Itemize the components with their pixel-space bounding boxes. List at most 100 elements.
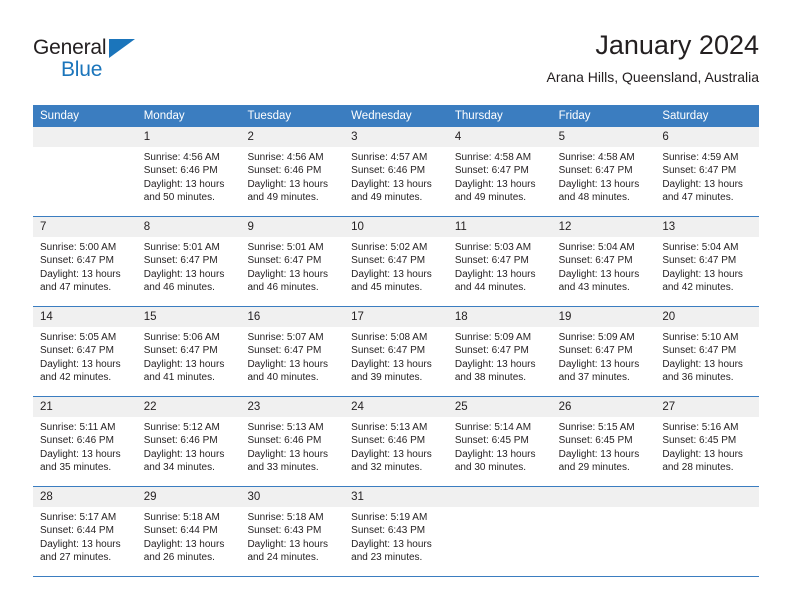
day-cell[interactable]: Sunrise: 5:01 AM Sunset: 6:47 PM Daylight:… [240,237,344,306]
day-cell[interactable]: Sunrise: 5:19 AM Sunset: 6:43 PM Daylight:… [344,507,448,576]
day-cell[interactable]: Sunrise: 5:12 AM Sunset: 6:46 PM Daylight:… [137,417,241,486]
day-detail-line: Daylight: 13 hours [40,268,121,280]
sunrise-sunset-calendar: Sunday Monday Tuesday Wednesday Thursday Frid… [33,105,759,577]
day-detail-line: and 27 minutes. [40,552,112,564]
day-number[interactable]: 5 [552,127,656,147]
day-detail-line: and 48 minutes. [558,192,630,204]
day-cell[interactable]: Sunrise: 5:07 AM Sunset: 6:47 PM Daylight:… [240,327,344,396]
day-detail-line: and 30 minutes. [454,462,527,474]
day-cell-empty [448,507,552,576]
week-day-number-band: 7 8 9 10 11 12 13 [33,217,759,237]
day-detail-line: Sunset: 6:47 PM [558,165,633,177]
day-cell[interactable]: Sunrise: 5:16 AM Sunset: 6:45 PM Daylight:… [655,417,759,486]
day-cell[interactable]: Sunrise: 5:04 AM Sunset: 6:47 PM Daylight:… [655,237,759,306]
day-number[interactable]: 14 [33,307,137,327]
day-cell[interactable]: Sunrise: 5:09 AM Sunset: 6:47 PM Daylight:… [448,327,552,396]
day-detail-line: Daylight: 13 hours [662,178,743,190]
day-cell[interactable]: Sunrise: 5:08 AM Sunset: 6:47 PM Daylight:… [344,327,448,396]
day-detail-line: Daylight: 13 hours [454,358,536,370]
day-detail-line: and 29 minutes. [558,462,630,474]
day-cell[interactable]: Sunrise: 5:11 AM Sunset: 6:46 PM Daylight:… [33,417,137,486]
day-number[interactable]: 28 [33,487,137,507]
day-cell[interactable]: Sunrise: 5:13 AM Sunset: 6:46 PM Daylight:… [344,417,448,486]
day-number[interactable]: 20 [655,307,759,327]
day-number[interactable]: 18 [448,307,552,327]
day-number[interactable]: 17 [344,307,448,327]
day-detail-line: Sunset: 6:46 PM [247,435,322,447]
day-number[interactable]: 25 [448,397,552,417]
day-number[interactable]: 23 [240,397,344,417]
day-number[interactable]: 21 [33,397,137,417]
day-cell[interactable]: Sunrise: 5:18 AM Sunset: 6:44 PM Daylight:… [137,507,241,576]
day-detail-line: Daylight: 13 hours [351,358,432,370]
day-number[interactable]: 19 [552,307,656,327]
day-detail-line: and 42 minutes. [40,372,112,384]
day-number[interactable]: 29 [137,487,241,507]
calendar-week-row: 28 29 30 31 Sunrise: 5:17 AM Sunset: 6:44 PM D… [33,487,759,577]
day-cell[interactable]: Sunrise: 4:59 AM Sunset: 6:47 PM Daylight:… [655,147,759,216]
day-number[interactable]: 8 [137,217,241,237]
day-detail-line: Daylight: 13 hours [558,178,640,190]
day-detail-line: Daylight: 13 hours [143,268,225,280]
day-number[interactable]: 26 [552,397,656,417]
day-cell[interactable]: Sunrise: 5:06 AM Sunset: 6:47 PM Daylight:… [137,327,241,396]
day-number[interactable]: 2 [240,127,344,147]
day-detail-line: Sunrise: 5:08 AM [351,332,428,343]
week-detail-band: Sunrise: 5:11 AM Sunset: 6:46 PM Daylight:… [33,417,759,486]
day-detail-line: Sunset: 6:47 PM [40,345,114,357]
day-number[interactable]: 11 [448,217,552,237]
day-cell[interactable]: Sunrise: 5:01 AM Sunset: 6:47 PM Daylight:… [137,237,241,306]
day-cell[interactable]: Sunrise: 4:56 AM Sunset: 6:46 PM Daylight:… [137,147,241,216]
day-number[interactable]: 3 [344,127,448,147]
day-cell[interactable]: Sunrise: 5:17 AM Sunset: 6:44 PM Daylight:… [33,507,137,576]
day-detail-line: Sunrise: 5:18 AM [143,512,220,523]
day-cell[interactable]: Sunrise: 4:58 AM Sunset: 6:47 PM Daylight:… [552,147,656,216]
day-number[interactable]: 6 [655,127,759,147]
day-number[interactable]: 7 [33,217,137,237]
day-cell[interactable]: Sunrise: 5:09 AM Sunset: 6:47 PM Daylight:… [552,327,656,396]
day-number[interactable]: 22 [137,397,241,417]
day-cell[interactable]: Sunrise: 5:18 AM Sunset: 6:43 PM Daylight:… [240,507,344,576]
day-cell[interactable]: Sunrise: 5:05 AM Sunset: 6:47 PM Daylight:… [33,327,137,396]
day-number[interactable]: 9 [240,217,344,237]
day-number[interactable]: 4 [448,127,552,147]
day-detail-line: and 45 minutes. [351,282,423,294]
day-detail-line: Sunrise: 5:09 AM [558,332,635,343]
week-detail-band: Sunrise: 4:56 AM Sunset: 6:46 PM Daylight:… [33,147,759,216]
day-number[interactable]: 27 [655,397,759,417]
day-detail-line: Sunset: 6:47 PM [143,255,218,267]
day-cell[interactable]: Sunrise: 4:57 AM Sunset: 6:46 PM Daylight:… [344,147,448,216]
day-number[interactable]: 16 [240,307,344,327]
day-cell[interactable]: Sunrise: 5:10 AM Sunset: 6:47 PM Daylight:… [655,327,759,396]
day-cell[interactable]: Sunrise: 4:56 AM Sunset: 6:46 PM Daylight:… [240,147,344,216]
week-day-number-band: 21 22 23 24 25 26 27 [33,397,759,417]
day-detail-line: and 42 minutes. [662,282,734,294]
day-number[interactable]: 10 [344,217,448,237]
day-cell[interactable]: Sunrise: 5:03 AM Sunset: 6:47 PM Daylight:… [448,237,552,306]
day-cell[interactable]: Sunrise: 5:14 AM Sunset: 6:45 PM Daylight:… [448,417,552,486]
day-cell[interactable]: Sunrise: 5:02 AM Sunset: 6:47 PM Daylight:… [344,237,448,306]
day-number[interactable]: 15 [137,307,241,327]
day-cell[interactable]: Sunrise: 5:04 AM Sunset: 6:47 PM Daylight:… [552,237,656,306]
day-number[interactable]: 1 [137,127,241,147]
day-number[interactable]: 12 [552,217,656,237]
day-detail-line: Sunrise: 5:02 AM [351,242,428,253]
day-detail-line: and 50 minutes. [143,192,215,204]
day-detail-line: Daylight: 13 hours [662,268,743,280]
day-detail-line: and 32 minutes. [351,462,423,474]
day-detail-line: and 37 minutes. [558,372,630,384]
day-detail-line: and 23 minutes. [351,552,423,564]
day-cell[interactable]: Sunrise: 5:00 AM Sunset: 6:47 PM Daylight:… [33,237,137,306]
day-cell[interactable]: Sunrise: 4:58 AM Sunset: 6:47 PM Daylight:… [448,147,552,216]
day-cell[interactable]: Sunrise: 5:13 AM Sunset: 6:46 PM Daylight:… [240,417,344,486]
day-number[interactable]: 31 [344,487,448,507]
calendar-week-row: 1 2 3 4 5 6 Sunrise: 4:56 AM Sunset: 6:46 PM Day… [33,127,759,217]
day-number[interactable]: 30 [240,487,344,507]
day-number[interactable]: 13 [655,217,759,237]
day-detail-line: Sunrise: 4:57 AM [351,152,428,163]
day-number[interactable]: 24 [344,397,448,417]
day-detail-line: Daylight: 13 hours [247,448,329,460]
day-detail-line: Sunrise: 5:11 AM [40,422,116,433]
day-cell[interactable]: Sunrise: 5:15 AM Sunset: 6:45 PM Daylight:… [552,417,656,486]
day-detail-line: Sunrise: 5:04 AM [662,242,739,253]
